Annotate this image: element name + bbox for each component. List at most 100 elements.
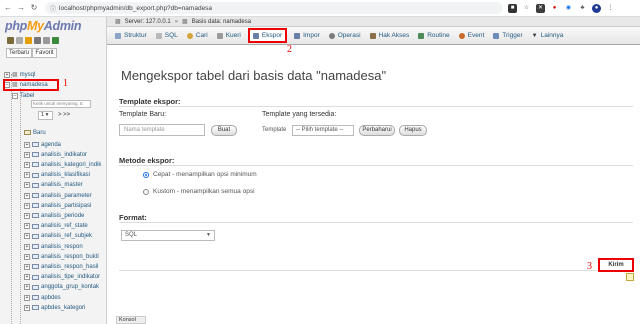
expand-icon[interactable]: + bbox=[24, 182, 30, 189]
docs-icon[interactable] bbox=[34, 37, 41, 44]
tree-item-tabel[interactable]: – Tabel bbox=[12, 91, 34, 100]
tab-event[interactable]: Event bbox=[458, 32, 484, 39]
query-icon[interactable] bbox=[25, 37, 32, 44]
tab-kueri[interactable]: Kueri bbox=[216, 32, 241, 39]
radio-quick[interactable]: Cepat - menampilkan opsi minimum bbox=[143, 171, 257, 178]
page-nav[interactable]: > >> bbox=[58, 111, 70, 120]
expand-icon[interactable]: + bbox=[24, 243, 30, 250]
tree-item-table[interactable]: + analisis_tipe_indikator bbox=[24, 273, 100, 282]
expand-icon[interactable]: + bbox=[24, 192, 30, 199]
puzzle-icon[interactable]: ♣ bbox=[578, 4, 587, 13]
table-icon bbox=[32, 162, 39, 168]
tree-item-table[interactable]: + analisis_periode bbox=[24, 211, 84, 220]
template-select[interactable]: -- Pilih template -- bbox=[292, 125, 354, 136]
expand-icon[interactable]: + bbox=[24, 233, 30, 240]
page-settings-icon[interactable] bbox=[626, 273, 634, 281]
expand-icon[interactable]: + bbox=[24, 202, 30, 209]
table-name: agenda bbox=[41, 141, 62, 148]
radio-button[interactable] bbox=[143, 171, 149, 178]
routine-icon bbox=[418, 32, 425, 39]
phpmyadmin-logo[interactable]: phpMyAdmin bbox=[5, 19, 81, 33]
tree-item-table[interactable]: + analisis_respon_hasil bbox=[24, 262, 98, 271]
breadcrumb-server[interactable]: Server: 127.0.0.1 bbox=[125, 19, 171, 25]
tree-item-table[interactable]: + analisis_partisipasi bbox=[24, 201, 91, 210]
tab-struktur[interactable]: Struktur bbox=[115, 32, 147, 39]
delete-template-button[interactable]: Hapus bbox=[399, 125, 427, 136]
menu-icon[interactable]: ⋮ bbox=[606, 4, 615, 13]
expand-icon[interactable]: + bbox=[24, 141, 30, 148]
home-icon[interactable] bbox=[7, 37, 14, 44]
expand-icon[interactable]: + bbox=[24, 172, 30, 179]
expand-icon[interactable]: + bbox=[24, 151, 30, 158]
tab-recent[interactable]: Terbaru bbox=[6, 48, 33, 58]
logout-icon[interactable] bbox=[16, 37, 23, 44]
expand-icon[interactable]: + bbox=[4, 71, 10, 78]
table-icon bbox=[32, 213, 39, 219]
tab-trigger[interactable]: Trigger bbox=[493, 32, 523, 39]
tree-item-table[interactable]: + anggota_grup_kontak bbox=[24, 283, 99, 292]
extension-icon[interactable]: ◉ bbox=[564, 4, 573, 13]
extension-icon[interactable]: ✕ bbox=[536, 3, 545, 13]
breadcrumb-database[interactable]: Basis data: namadesa bbox=[192, 19, 251, 25]
table-filter-input[interactable]: Ketik untuk menyaring, E bbox=[31, 100, 91, 108]
tree-item-table[interactable]: + analisis_respon_bukti bbox=[24, 252, 99, 261]
reload-icon[interactable]: ↻ bbox=[29, 3, 39, 13]
settings-icon[interactable] bbox=[43, 37, 50, 44]
tree-item-table[interactable]: + analisis_respon bbox=[24, 242, 83, 251]
tree-item-table[interactable]: + apbdes bbox=[24, 293, 61, 302]
expand-icon[interactable]: + bbox=[24, 253, 30, 260]
reload-nav-icon[interactable] bbox=[52, 37, 59, 44]
back-icon[interactable]: ← bbox=[3, 3, 13, 13]
tree-item-baru[interactable]: Baru bbox=[24, 128, 46, 137]
expand-icon[interactable]: + bbox=[24, 274, 30, 281]
star-icon[interactable]: ☆ bbox=[522, 4, 531, 13]
export-icon bbox=[252, 32, 259, 39]
tab-lainnya[interactable]: ▼ Lainnya bbox=[532, 32, 564, 39]
tab-impor[interactable]: Impor bbox=[294, 32, 320, 39]
tree-item-table[interactable]: + apbdes_kategori bbox=[24, 303, 85, 312]
collapse-icon[interactable]: – bbox=[12, 92, 18, 99]
console-toggle[interactable]: Konsol bbox=[116, 316, 146, 324]
radio-button[interactable] bbox=[143, 188, 149, 195]
address-bar[interactable]: ⓘ localhost/phpmyadmin/db_export.php?db=… bbox=[45, 2, 503, 14]
tab-sql[interactable]: SQL bbox=[155, 32, 178, 39]
extension-icon[interactable]: ● bbox=[550, 4, 559, 13]
table-icon bbox=[32, 233, 39, 239]
expand-icon[interactable]: + bbox=[24, 284, 30, 291]
create-template-button[interactable]: Buat bbox=[211, 125, 237, 136]
tree-item-table[interactable]: + analisis_ref_subjek bbox=[24, 232, 92, 241]
tab-operasi[interactable]: Operasi bbox=[328, 32, 361, 39]
radio-custom[interactable]: Kustom - menampilkan semua opsi bbox=[143, 188, 255, 195]
tree-item-table[interactable]: + analisis_parameter bbox=[24, 191, 92, 200]
go-button[interactable]: Kirim bbox=[598, 258, 634, 272]
tab-hak-akses[interactable]: Hak Akses bbox=[369, 32, 409, 39]
tree-item-table[interactable]: + analisis_master bbox=[24, 181, 83, 190]
extension-icon[interactable]: ■ bbox=[508, 3, 517, 13]
tree-item-table[interactable]: + agenda bbox=[24, 140, 61, 149]
tree-item-table[interactable]: + analisis_indikator bbox=[24, 150, 87, 159]
table-icon bbox=[32, 193, 39, 198]
tree-item-table[interactable]: + analisis_klasifikasi bbox=[24, 171, 90, 180]
template-name-input[interactable]: Nama template bbox=[119, 124, 205, 136]
expand-icon[interactable]: + bbox=[24, 212, 30, 219]
expand-icon[interactable]: + bbox=[24, 161, 30, 168]
table-name: analisis_tipe_indikator bbox=[41, 274, 101, 281]
tab-ekspor[interactable]: Ekspor bbox=[247, 28, 288, 43]
expand-icon[interactable]: + bbox=[24, 263, 30, 270]
profile-avatar[interactable]: ● bbox=[592, 3, 601, 13]
table-icon bbox=[32, 264, 39, 270]
tree-item-mysql[interactable]: + ▩ mysql bbox=[4, 70, 35, 79]
tree-item-table[interactable]: + analisis_kategori_indik bbox=[24, 160, 101, 169]
update-template-button[interactable]: Perbaharui bbox=[359, 125, 395, 136]
tree-item-table[interactable]: + analisis_ref_state bbox=[24, 222, 88, 231]
expand-icon[interactable]: + bbox=[24, 304, 30, 311]
format-select[interactable]: SQL ▼ bbox=[121, 230, 215, 241]
tab-favorite[interactable]: Favorit bbox=[32, 48, 57, 58]
tab-routine[interactable]: Routine bbox=[418, 32, 450, 39]
expand-icon[interactable]: + bbox=[24, 223, 30, 230]
forward-icon[interactable]: → bbox=[16, 3, 26, 13]
tab-cari[interactable]: Cari bbox=[186, 32, 208, 39]
table-icon bbox=[32, 223, 39, 229]
expand-icon[interactable]: + bbox=[24, 294, 30, 301]
page-select[interactable]: 1 ▾ bbox=[38, 111, 53, 120]
